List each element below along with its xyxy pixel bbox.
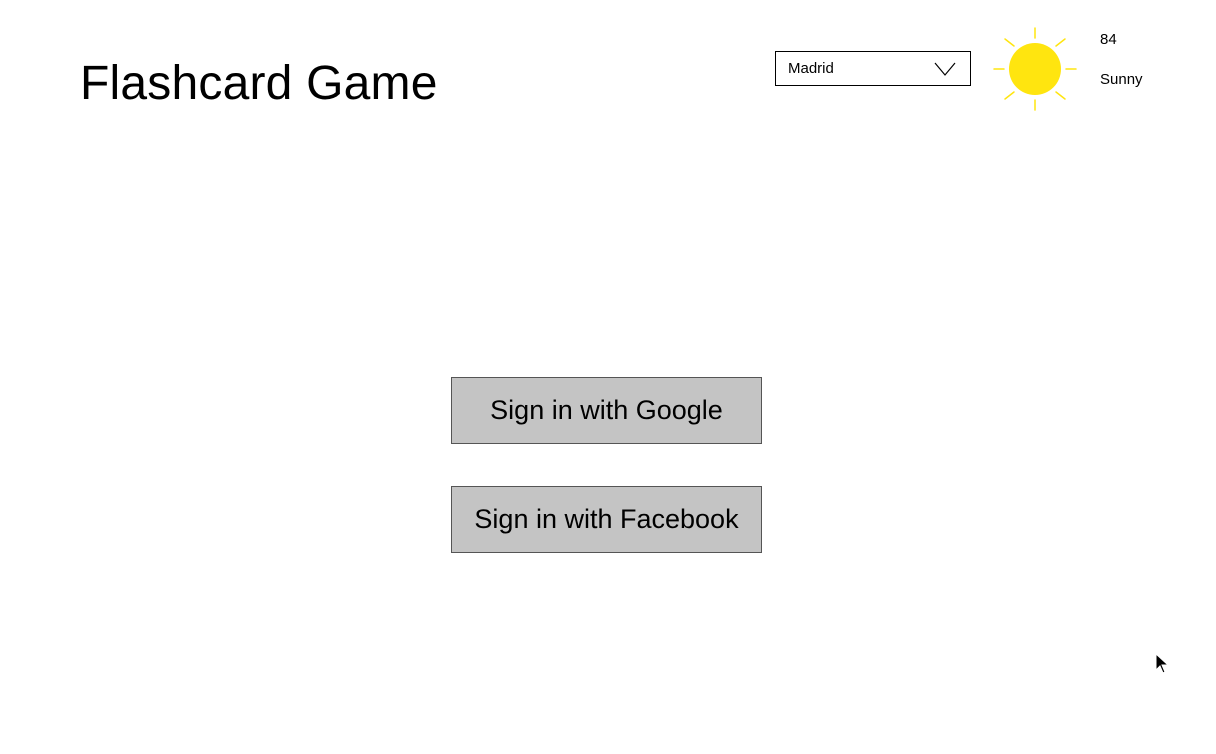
facebook-signin-button[interactable]: Sign in with Facebook xyxy=(451,486,762,553)
page-title: Flashcard Game xyxy=(80,57,438,110)
page: Flashcard Game Madrid 84 Sunny Sign in w… xyxy=(0,0,1216,754)
city-dropdown[interactable]: Madrid xyxy=(775,51,971,86)
weather-condition: Sunny xyxy=(1100,71,1143,88)
sun-icon xyxy=(993,27,1077,111)
mouse-pointer-icon xyxy=(1155,653,1170,674)
google-signin-button[interactable]: Sign in with Google xyxy=(451,377,762,444)
city-dropdown-value: Madrid xyxy=(788,60,834,77)
chevron-down-icon xyxy=(934,62,956,76)
temperature-value: 84 xyxy=(1100,31,1117,48)
